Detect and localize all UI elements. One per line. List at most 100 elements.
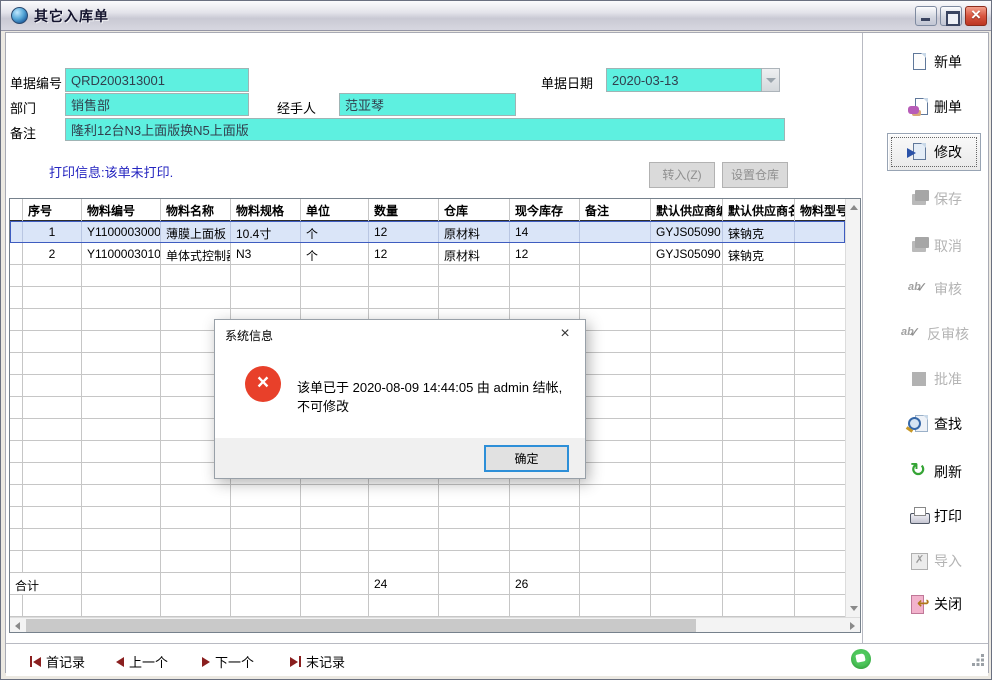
dialog-titlebar: 系统信息 × — [215, 320, 585, 350]
nav-next-button[interactable]: 下一个 — [202, 652, 254, 671]
scroll-up-icon[interactable] — [846, 199, 861, 215]
grid-data-row[interactable]: 1Y1100003000薄膜上面板10.4寸个12原材料14GYJS05090铼… — [10, 221, 845, 243]
doc-no-field[interactable] — [65, 68, 249, 92]
grid-cell — [23, 397, 82, 419]
grid-header-cell[interactable] — [10, 199, 23, 221]
error-icon: × — [245, 366, 281, 402]
grid-empty-row[interactable] — [10, 265, 845, 287]
grid-cell — [795, 551, 845, 573]
grid-cell — [723, 463, 795, 485]
nav-label: 上一个 — [129, 652, 168, 671]
grid-header-cell[interactable]: 现今库存 — [510, 199, 580, 221]
dialog-footer: 确定 — [215, 438, 585, 478]
grid-cell — [439, 265, 510, 287]
grid-empty-row[interactable] — [10, 507, 845, 529]
grid-cell — [82, 397, 161, 419]
grid-cell — [10, 287, 23, 309]
grid-cell — [651, 331, 723, 353]
sidebar-button-delete-doc[interactable]: 删单 — [885, 92, 985, 122]
nav-last-button[interactable]: 末记录 — [290, 652, 345, 671]
grid-empty-row[interactable] — [10, 551, 845, 573]
sidebar-button-label: 删单 — [934, 97, 962, 117]
grid-cell — [795, 463, 845, 485]
nav-label: 下一个 — [215, 652, 254, 671]
grid-header-cell[interactable]: 单位 — [301, 199, 369, 221]
horizontal-scrollbar[interactable] — [10, 617, 860, 632]
sidebar-button-label: 审核 — [934, 279, 962, 299]
grid-empty-row[interactable] — [10, 529, 845, 551]
grid-cell — [723, 375, 795, 397]
grid-cell — [651, 287, 723, 309]
sidebar-button-search[interactable]: 查找 — [885, 409, 985, 439]
grid-cell — [651, 485, 723, 507]
grid-cell — [723, 573, 795, 595]
cancel-icon — [908, 236, 930, 256]
grid-cell: 12 — [510, 243, 580, 265]
grid-header-cell[interactable]: 默认供应商编 — [651, 199, 723, 221]
grid-cell: 单体式控制器 — [161, 243, 231, 265]
grid-empty-row[interactable] — [10, 287, 845, 309]
dialog-close-icon[interactable]: × — [545, 320, 585, 350]
minimize-button[interactable] — [915, 6, 937, 26]
grid-cell — [795, 573, 845, 595]
grid-cell — [23, 551, 82, 573]
grid-cell — [439, 573, 510, 595]
close-button[interactable] — [965, 6, 987, 26]
grid-cell — [580, 243, 651, 265]
grid-cell — [723, 331, 795, 353]
grid-header-cell[interactable]: 物料编号 — [82, 199, 161, 221]
dept-field[interactable] — [65, 93, 249, 116]
doc-date-picker — [606, 68, 780, 92]
grid-empty-row[interactable] — [10, 595, 845, 617]
thumbs-up-icon — [851, 649, 871, 669]
scroll-left-icon[interactable] — [10, 618, 25, 633]
grid-cell: 原材料 — [439, 221, 510, 243]
grid-cell — [651, 265, 723, 287]
scroll-right-icon[interactable] — [845, 618, 860, 633]
sidebar-button-cancel: 取消 — [885, 231, 985, 261]
resize-grip-icon[interactable] — [972, 654, 984, 666]
maximize-button[interactable] — [940, 6, 962, 26]
grid-header-cell[interactable]: 备注 — [580, 199, 651, 221]
ok-button[interactable]: 确定 — [484, 445, 569, 472]
grid-cell — [10, 419, 23, 441]
sidebar-button-audit: ab✓审核 — [885, 274, 985, 304]
grid-cell — [301, 287, 369, 309]
chevron-down-icon[interactable] — [762, 68, 780, 92]
handler-field[interactable] — [339, 93, 516, 116]
grid-header-cell[interactable]: 序号 — [23, 199, 82, 221]
sidebar-divider — [862, 33, 863, 643]
vertical-scrollbar[interactable] — [845, 199, 860, 617]
grid-header-cell[interactable]: 数量 — [369, 199, 439, 221]
scroll-down-icon[interactable] — [846, 601, 861, 617]
remark-field[interactable] — [65, 118, 785, 141]
scrollbar-thumb[interactable] — [26, 619, 696, 632]
sidebar-button-refresh[interactable]: 刷新 — [885, 457, 985, 487]
grid-header-cell[interactable]: 仓库 — [439, 199, 510, 221]
grid-header-cell[interactable]: 物料规格 — [231, 199, 301, 221]
grid-header-cell[interactable]: 物料名称 — [161, 199, 231, 221]
grid-cell — [580, 375, 651, 397]
grid-cell — [510, 485, 580, 507]
grid-empty-row[interactable] — [10, 485, 845, 507]
sidebar-button-print[interactable]: 打印 — [885, 501, 985, 531]
nav-first-button[interactable]: 首记录 — [30, 652, 85, 671]
grid-header-cell[interactable]: 默认供应商名 — [723, 199, 795, 221]
grid-cell — [580, 353, 651, 375]
doc-date-field[interactable] — [606, 68, 762, 92]
grid-cell: 2 — [23, 243, 82, 265]
grid-cell: 个 — [301, 243, 369, 265]
grid-cell — [723, 507, 795, 529]
grid-cell — [10, 507, 23, 529]
grid-header-cell[interactable]: 物料型号 — [795, 199, 845, 221]
sidebar-button-new-doc[interactable]: 新单 — [885, 47, 985, 77]
nav-prev-button[interactable]: 上一个 — [116, 652, 168, 671]
grid-data-row[interactable]: 2Y1100003010单体式控制器N3个12原材料12GYJS05090铼钠克 — [10, 243, 845, 265]
transfer-button: 转入(Z) — [649, 162, 715, 188]
grid-cell — [231, 507, 301, 529]
sidebar-button-modify-doc[interactable]: 修改 — [885, 137, 985, 167]
sidebar-button-label: 修改 — [934, 142, 962, 162]
save-icon — [908, 189, 930, 209]
sidebar-button-close-doc[interactable]: 关闭 — [885, 589, 985, 619]
sidebar-button-approve: 批准 — [885, 364, 985, 394]
